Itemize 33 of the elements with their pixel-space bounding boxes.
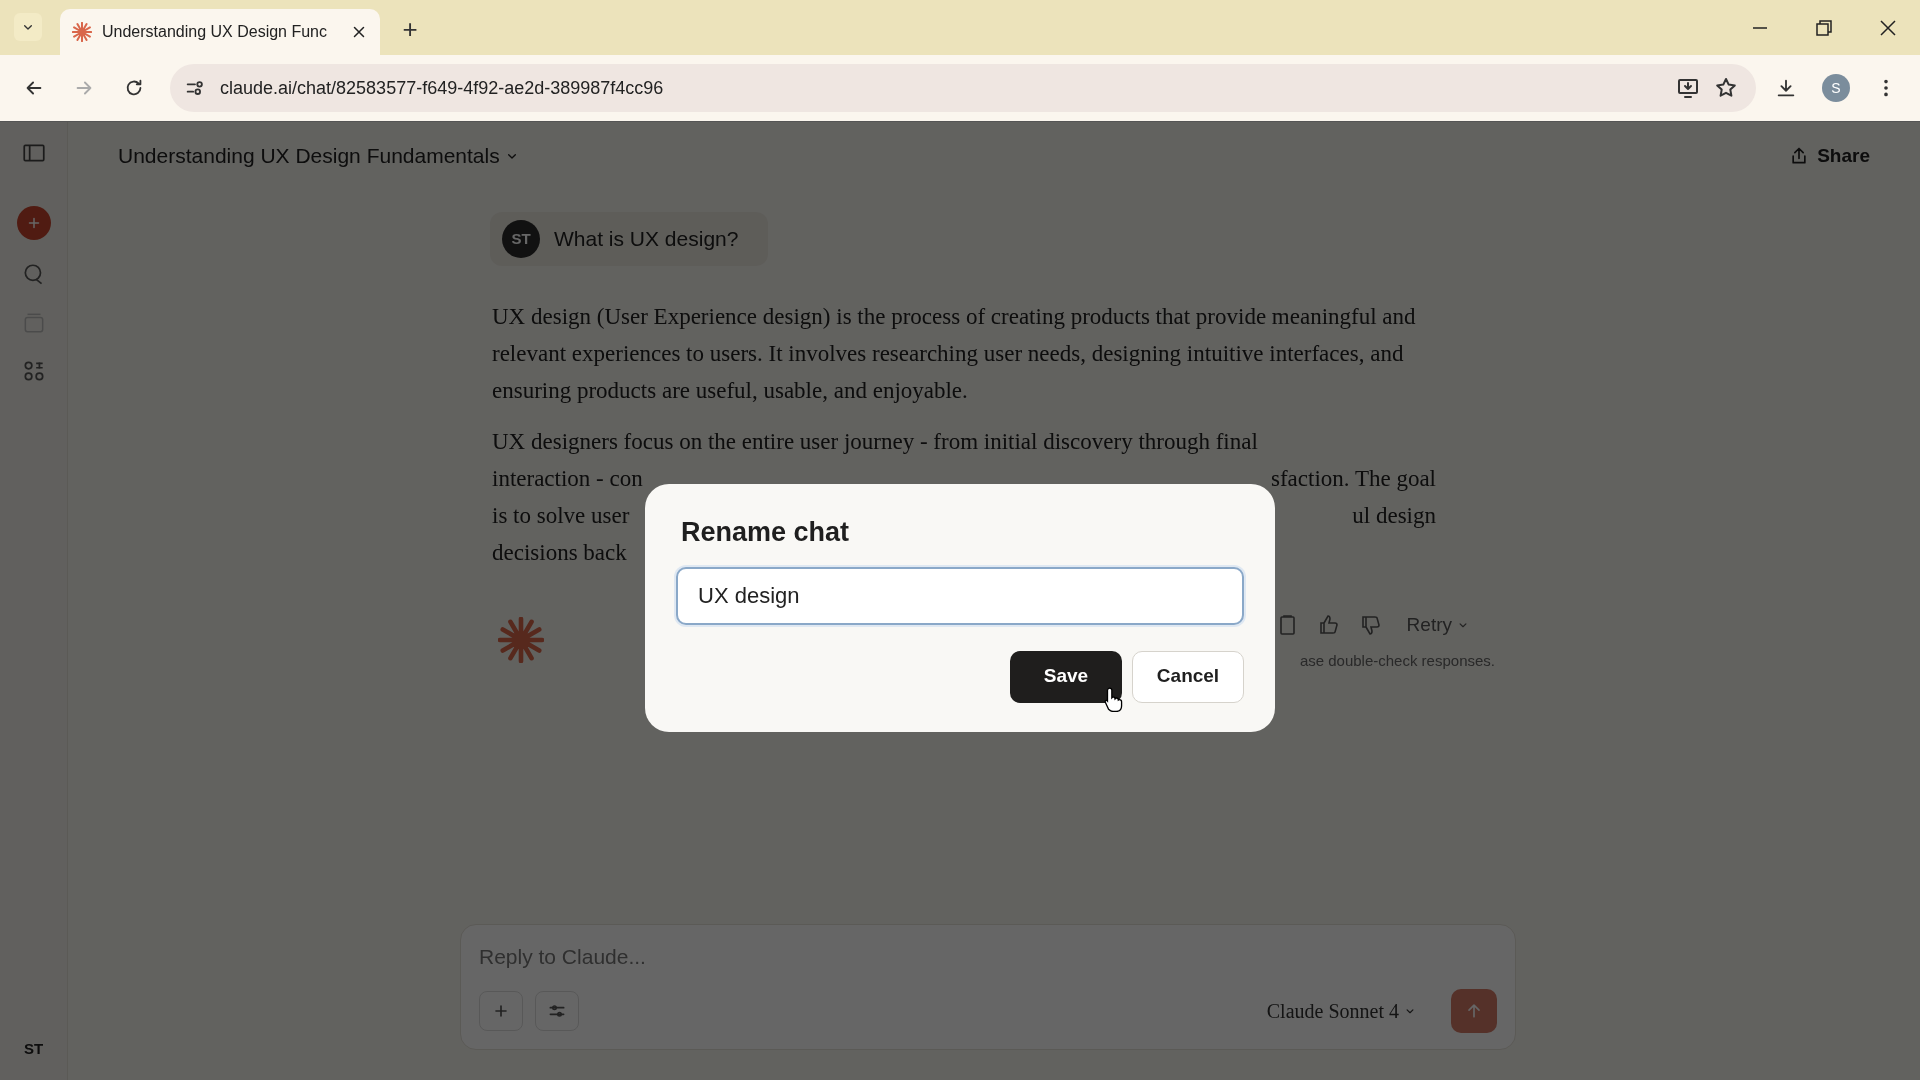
chat-name-field[interactable]: UX design bbox=[676, 566, 1244, 625]
cancel-button[interactable]: Cancel bbox=[1132, 650, 1244, 703]
response-text: ul design bbox=[1352, 502, 1436, 530]
pointer-cursor-icon bbox=[1103, 685, 1125, 712]
response-text: interaction - con bbox=[492, 465, 643, 493]
response-text: decisions back bbox=[492, 539, 627, 567]
close-icon bbox=[1880, 19, 1896, 36]
disclaimer-text: ase double-check responses. bbox=[1299, 650, 1495, 671]
dialog-title: Rename chat bbox=[681, 516, 851, 549]
tab-title: Understanding UX Design Func bbox=[102, 22, 328, 42]
response-text: sfaction. The goal bbox=[1271, 465, 1436, 493]
user-message-text: What is UX design? bbox=[554, 226, 739, 253]
star-icon[interactable] bbox=[1714, 76, 1738, 100]
url-text: claude.ai/chat/82583577-f649-4f92-ae2d-389987f4cc96 bbox=[220, 76, 664, 100]
browser-tab[interactable]: Understanding UX Design Func bbox=[60, 9, 380, 55]
claude-spark-icon bbox=[498, 617, 544, 663]
response-paragraph: UX design (User Experience design) is the process of creating products that provide meaningful and relevant experiences to users. It involves researching user needs, designing intuitive interfaces, and ensuring products are useful, usable, and enjoyable. bbox=[491, 303, 1417, 405]
new-chat-button[interactable] bbox=[16, 206, 51, 240]
response-text: is to solve user bbox=[492, 502, 630, 530]
tools-button[interactable] bbox=[535, 991, 579, 1031]
new-tab-button[interactable]: + bbox=[394, 13, 426, 45]
download-icon[interactable] bbox=[1775, 77, 1797, 99]
user-avatar: ST bbox=[502, 220, 540, 258]
install-app-icon[interactable] bbox=[1676, 76, 1700, 100]
restore-icon bbox=[1816, 19, 1832, 36]
minimize-icon bbox=[1752, 26, 1768, 29]
tab-search-button[interactable] bbox=[14, 13, 42, 41]
send-button[interactable] bbox=[1451, 989, 1497, 1033]
address-bar[interactable]: claude.ai/chat/82583577-f649-4f92-ae2d-389987f4cc96 bbox=[170, 64, 1756, 112]
response-text: UX designers focus on the entire user journey - from initial discovery through final bbox=[492, 428, 1258, 456]
attach-button[interactable] bbox=[479, 991, 523, 1031]
save-button[interactable]: Save bbox=[1010, 650, 1122, 703]
spark-icon bbox=[72, 22, 92, 42]
